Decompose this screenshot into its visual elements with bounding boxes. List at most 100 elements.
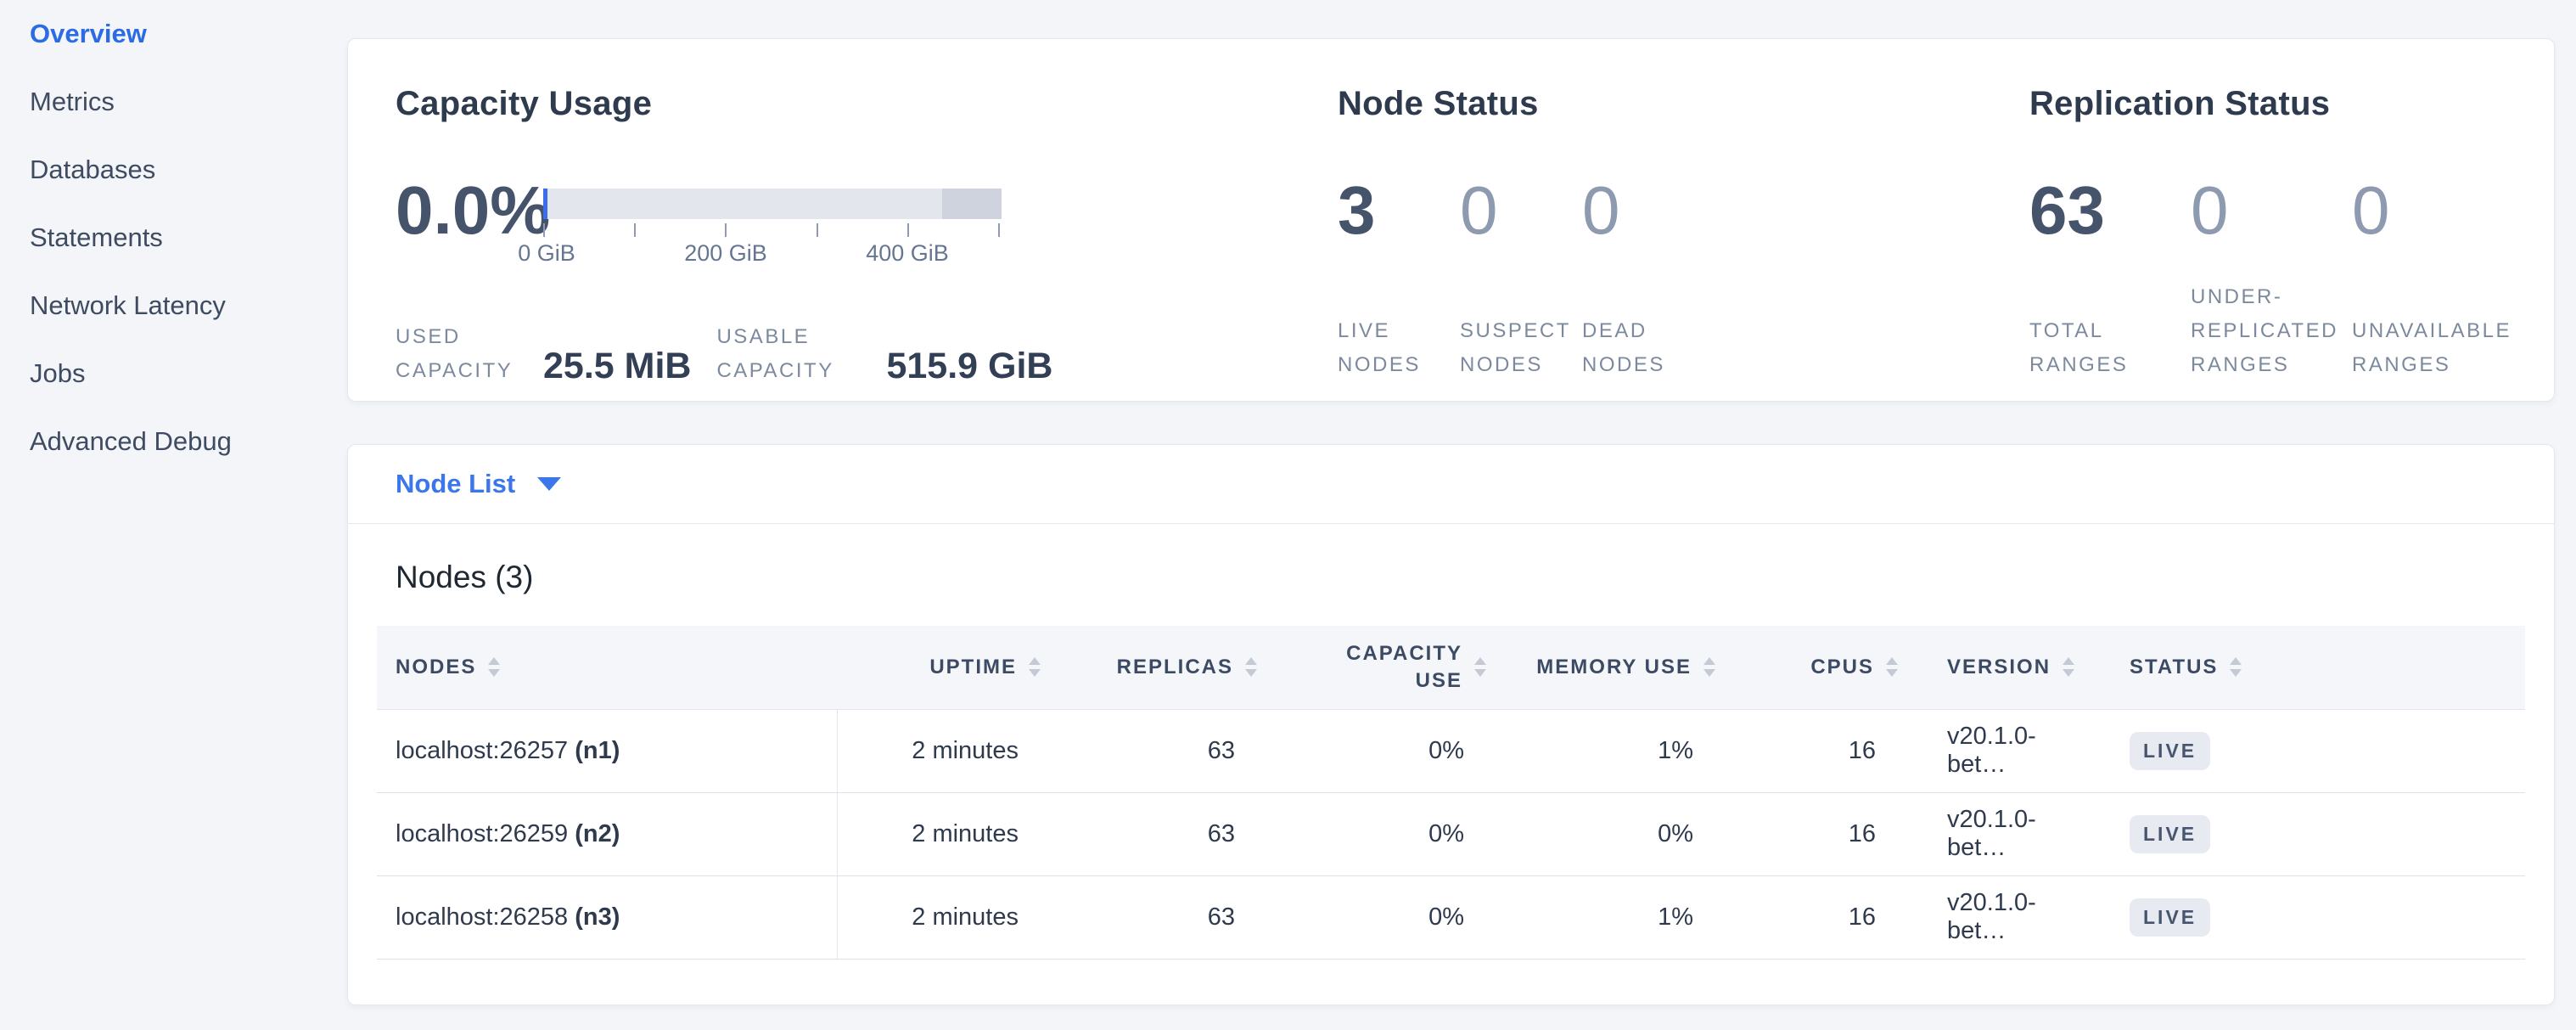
sort-icon[interactable] [488, 657, 500, 677]
replicas-cell: 63 [1049, 709, 1266, 792]
capacity-usage-title: Capacity Usage [396, 83, 1312, 124]
status-cell: LIVE [2089, 792, 2525, 875]
capacity-gauge-ticks [543, 223, 1000, 237]
version-cell: v20.1.0-bet… [1906, 709, 2089, 792]
capacity-gauge-row: 0.0% 0 GiB 200 GiB 400 GiB [396, 177, 1312, 274]
memory-use-cell: 0% [1495, 792, 1724, 875]
column-header-memory-use[interactable]: MEMORY USE [1495, 626, 1724, 709]
column-header-status[interactable]: STATUS [2089, 626, 2525, 709]
uptime-cell: 2 minutes [837, 792, 1049, 875]
replication-stats: 63 TOTAL RANGES 0 UNDER- REPLICATED RANG… [2029, 177, 2539, 382]
total-ranges-stat: 63 TOTAL RANGES [2029, 177, 2191, 382]
sidebar-item-advanced-debug[interactable]: Advanced Debug [0, 408, 347, 476]
node-address: localhost:26258 [396, 903, 568, 931]
column-header-capacity-use[interactable]: CAPACITY USE [1266, 626, 1495, 709]
unavailable-label: UNAVAILABLE RANGES [2352, 314, 2513, 382]
capacity-used-percent: 0.0% [396, 177, 543, 245]
usable-capacity-value: 515.9 GiB [886, 348, 1052, 388]
uptime-cell: 2 minutes [837, 709, 1049, 792]
total-ranges-label: TOTAL RANGES [2029, 314, 2191, 382]
dead-nodes-label: DEAD NODES [1582, 314, 1704, 382]
unavailable-count: 0 [2352, 177, 2513, 245]
capacity-gauge-axis: 0 GiB 200 GiB 400 GiB [543, 240, 1002, 274]
uptime-cell: 2 minutes [837, 875, 1049, 959]
column-header-uptime[interactable]: UPTIME [837, 626, 1049, 709]
version-cell: v20.1.0-bet… [1906, 875, 2089, 959]
live-nodes-count: 3 [1338, 177, 1460, 245]
sidebar-item-overview[interactable]: Overview [0, 0, 347, 68]
node-status-title: Node Status [1338, 83, 2000, 124]
node-id-value: (n2) [575, 820, 620, 847]
table-row[interactable]: localhost:26257 (n1) 2 minutes 63 0% 1% … [377, 709, 2525, 792]
column-label: REPLICAS [1117, 654, 1233, 681]
memory-use-cell: 1% [1495, 875, 1724, 959]
nodes-table: NODES UPTIME REPLICAS CAPACITY USE [377, 626, 2525, 960]
column-label: CAPACITY USE [1346, 640, 1462, 695]
sort-icon[interactable] [2062, 657, 2074, 677]
capacity-stats-row: USED CAPACITY 25.5 MiB USABLE CAPACITY 5… [396, 320, 1312, 388]
live-nodes-stat: 3 LIVE NODES [1338, 177, 1460, 382]
node-list-dropdown[interactable]: Node List [348, 445, 2554, 524]
status-badge: LIVE [2130, 898, 2210, 937]
node-id-value: (n1) [575, 737, 620, 764]
column-header-cpus[interactable]: CPUS [1724, 626, 1906, 709]
capacity-use-cell: 0% [1266, 792, 1495, 875]
node-address: localhost:26257 [396, 737, 568, 764]
suspect-nodes-label: SUSPECT NODES [1460, 314, 1582, 382]
node-address: localhost:26259 [396, 820, 568, 847]
version-cell: v20.1.0-bet… [1906, 792, 2089, 875]
sort-icon[interactable] [1245, 657, 1257, 677]
node-address-cell: localhost:26259 (n2) [377, 792, 837, 875]
column-label: MEMORY USE [1536, 654, 1692, 681]
table-header-row: NODES UPTIME REPLICAS CAPACITY USE [377, 626, 2525, 709]
column-label: STATUS [2130, 654, 2218, 681]
total-ranges-count: 63 [2029, 177, 2191, 245]
cpus-cell: 16 [1724, 709, 1906, 792]
dead-nodes-count: 0 [1582, 177, 1704, 245]
column-header-version[interactable]: VERSION [1906, 626, 2089, 709]
sidebar-item-jobs[interactable]: Jobs [0, 340, 347, 408]
replicas-cell: 63 [1049, 792, 1266, 875]
cpus-cell: 16 [1724, 875, 1906, 959]
status-badge: LIVE [2130, 732, 2210, 770]
status-cell: LIVE [2089, 875, 2525, 959]
node-list-card: Node List Nodes (3) NODES UPTIME [347, 444, 2555, 1005]
under-replicated-count: 0 [2191, 177, 2352, 245]
sidebar-item-network-latency[interactable]: Network Latency [0, 272, 347, 340]
usable-capacity-label: USABLE CAPACITY [716, 320, 866, 388]
capacity-gauge-bar [543, 189, 1002, 219]
status-cell: LIVE [2089, 709, 2525, 792]
sort-icon[interactable] [1703, 657, 1715, 677]
column-header-nodes[interactable]: NODES [377, 626, 837, 709]
sidebar-item-statements[interactable]: Statements [0, 204, 347, 272]
cluster-summary-card: Capacity Usage 0.0% 0 GiB 200 GiB 400 Gi… [347, 38, 2555, 402]
column-header-replicas[interactable]: REPLICAS [1049, 626, 1266, 709]
table-row[interactable]: localhost:26258 (n3) 2 minutes 63 0% 1% … [377, 875, 2525, 959]
memory-use-cell: 1% [1495, 709, 1724, 792]
live-nodes-label: LIVE NODES [1338, 314, 1460, 382]
sort-icon[interactable] [1474, 657, 1486, 677]
sort-icon[interactable] [2230, 657, 2242, 677]
status-badge: LIVE [2130, 815, 2210, 853]
sort-icon[interactable] [1029, 657, 1041, 677]
dead-nodes-stat: 0 DEAD NODES [1582, 177, 1704, 382]
axis-label: 200 GiB [684, 240, 767, 267]
sidebar-item-metrics[interactable]: Metrics [0, 68, 347, 136]
axis-label: 400 GiB [866, 240, 949, 267]
nodes-section: Nodes (3) NODES UPTIME REPLIC [348, 560, 2554, 960]
node-status-stats: 3 LIVE NODES 0 SUSPECT NODES 0 DEAD NODE… [1338, 177, 2000, 382]
replication-status-panel: Replication Status 63 TOTAL RANGES 0 UND… [2029, 83, 2539, 382]
node-address-cell: localhost:26258 (n3) [377, 875, 837, 959]
under-replicated-label: UNDER- REPLICATED RANGES [2191, 280, 2352, 382]
column-label: NODES [396, 654, 476, 681]
capacity-gauge: 0 GiB 200 GiB 400 GiB [543, 177, 1002, 274]
node-status-panel: Node Status 3 LIVE NODES 0 SUSPECT NODES… [1338, 83, 2000, 382]
table-row[interactable]: localhost:26259 (n2) 2 minutes 63 0% 0% … [377, 792, 2525, 875]
sort-icon[interactable] [1886, 657, 1898, 677]
chevron-down-icon [537, 477, 561, 491]
sidebar-item-databases[interactable]: Databases [0, 136, 347, 204]
unavailable-ranges-stat: 0 UNAVAILABLE RANGES [2352, 177, 2513, 382]
under-replicated-ranges-stat: 0 UNDER- REPLICATED RANGES [2191, 177, 2352, 382]
node-address-cell: localhost:26257 (n1) [377, 709, 837, 792]
sidebar-nav: Overview Metrics Databases Statements Ne… [0, 0, 347, 476]
